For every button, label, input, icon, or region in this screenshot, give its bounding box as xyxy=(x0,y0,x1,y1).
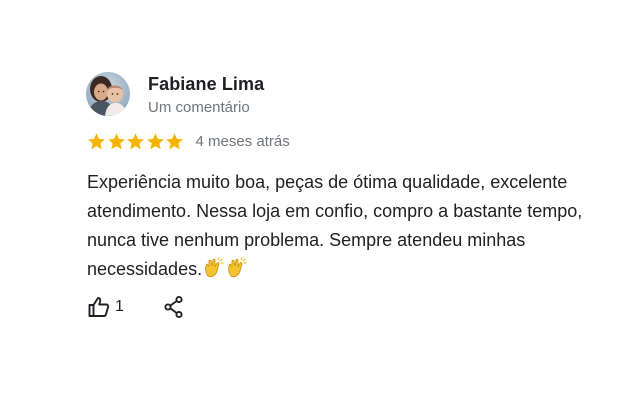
like-count: 1 xyxy=(115,298,124,315)
avatar[interactable] xyxy=(86,72,130,116)
clapping-hands-icon xyxy=(203,257,225,288)
star-icon xyxy=(107,132,125,149)
star-icon xyxy=(127,132,144,149)
review-actions: 1 xyxy=(87,293,185,321)
like-button[interactable]: 1 xyxy=(87,295,124,319)
avatar-photo xyxy=(86,72,130,116)
thumbs-up-icon xyxy=(88,297,110,317)
author-name[interactable]: Fabiane Lima xyxy=(148,74,264,95)
review-card: Fabiane Lima Um comentário 4 meses atrás… xyxy=(0,0,640,400)
review-text: Experiência muito boa, peças de ótima qu… xyxy=(87,168,587,288)
share-button[interactable] xyxy=(163,295,185,319)
rating-row: 4 meses atrás xyxy=(87,129,290,153)
review-date: 4 meses atrás xyxy=(195,132,290,150)
star-rating xyxy=(87,132,185,151)
share-icon xyxy=(164,295,183,319)
author-review-count: Um comentário xyxy=(148,99,250,116)
star-icon xyxy=(146,132,164,149)
review-body: Experiência muito boa, peças de ótima qu… xyxy=(87,172,583,279)
clapping-hands-icon xyxy=(226,257,248,288)
star-icon xyxy=(88,132,105,149)
star-icon xyxy=(166,132,183,149)
